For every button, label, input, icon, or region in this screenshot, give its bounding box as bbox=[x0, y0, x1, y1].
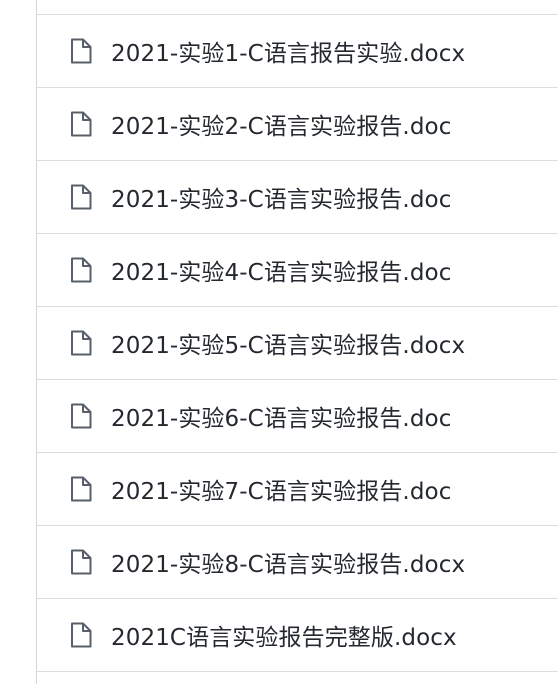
file-icon bbox=[67, 110, 95, 138]
file-list: 2021-实验1-C语言报告实验.docx 2021-实验2-C语言实验报告.d… bbox=[36, 0, 558, 684]
file-row[interactable]: 2021-实验8-C语言实验报告.docx bbox=[37, 526, 558, 599]
file-icon bbox=[67, 402, 95, 430]
file-name[interactable]: 2021-实验1-C语言报告实验.docx bbox=[111, 34, 465, 68]
file-name[interactable]: 2021-实验2-C语言实验报告.doc bbox=[111, 107, 451, 141]
file-name[interactable]: 2021-实验8-C语言实验报告.docx bbox=[111, 545, 465, 579]
file-icon bbox=[67, 329, 95, 357]
file-icon bbox=[67, 475, 95, 503]
file-icon bbox=[67, 621, 95, 649]
file-name[interactable]: 2021-实验5-C语言实验报告.docx bbox=[111, 326, 465, 360]
file-row[interactable]: 2021C语言实验报告完整版.docx bbox=[37, 599, 558, 672]
file-row[interactable]: 2021-实验5-C语言实验报告.docx bbox=[37, 307, 558, 380]
file-icon bbox=[67, 548, 95, 576]
file-name[interactable]: 2021C语言实验报告完整版.docx bbox=[111, 618, 457, 652]
file-icon bbox=[67, 183, 95, 211]
file-row[interactable]: 2021-实验3-C语言实验报告.doc bbox=[37, 161, 558, 234]
file-name[interactable]: 2021-实验7-C语言实验报告.doc bbox=[111, 472, 451, 506]
file-icon bbox=[67, 37, 95, 65]
file-row[interactable]: 2021-实验6-C语言实验报告.doc bbox=[37, 380, 558, 453]
file-row[interactable]: 2021-实验4-C语言实验报告.doc bbox=[37, 234, 558, 307]
file-name[interactable]: 2021-实验3-C语言实验报告.doc bbox=[111, 180, 451, 214]
file-row[interactable]: 2021-实验1-C语言报告实验.docx bbox=[37, 15, 558, 88]
file-name[interactable]: 2021-实验6-C语言实验报告.doc bbox=[111, 399, 451, 433]
file-icon bbox=[67, 256, 95, 284]
file-row[interactable]: 2021-实验2-C语言实验报告.doc bbox=[37, 88, 558, 161]
file-row[interactable]: 2021-实验7-C语言实验报告.doc bbox=[37, 453, 558, 526]
file-name[interactable]: 2021-实验4-C语言实验报告.doc bbox=[111, 253, 451, 287]
file-list-top-row bbox=[37, 0, 558, 15]
